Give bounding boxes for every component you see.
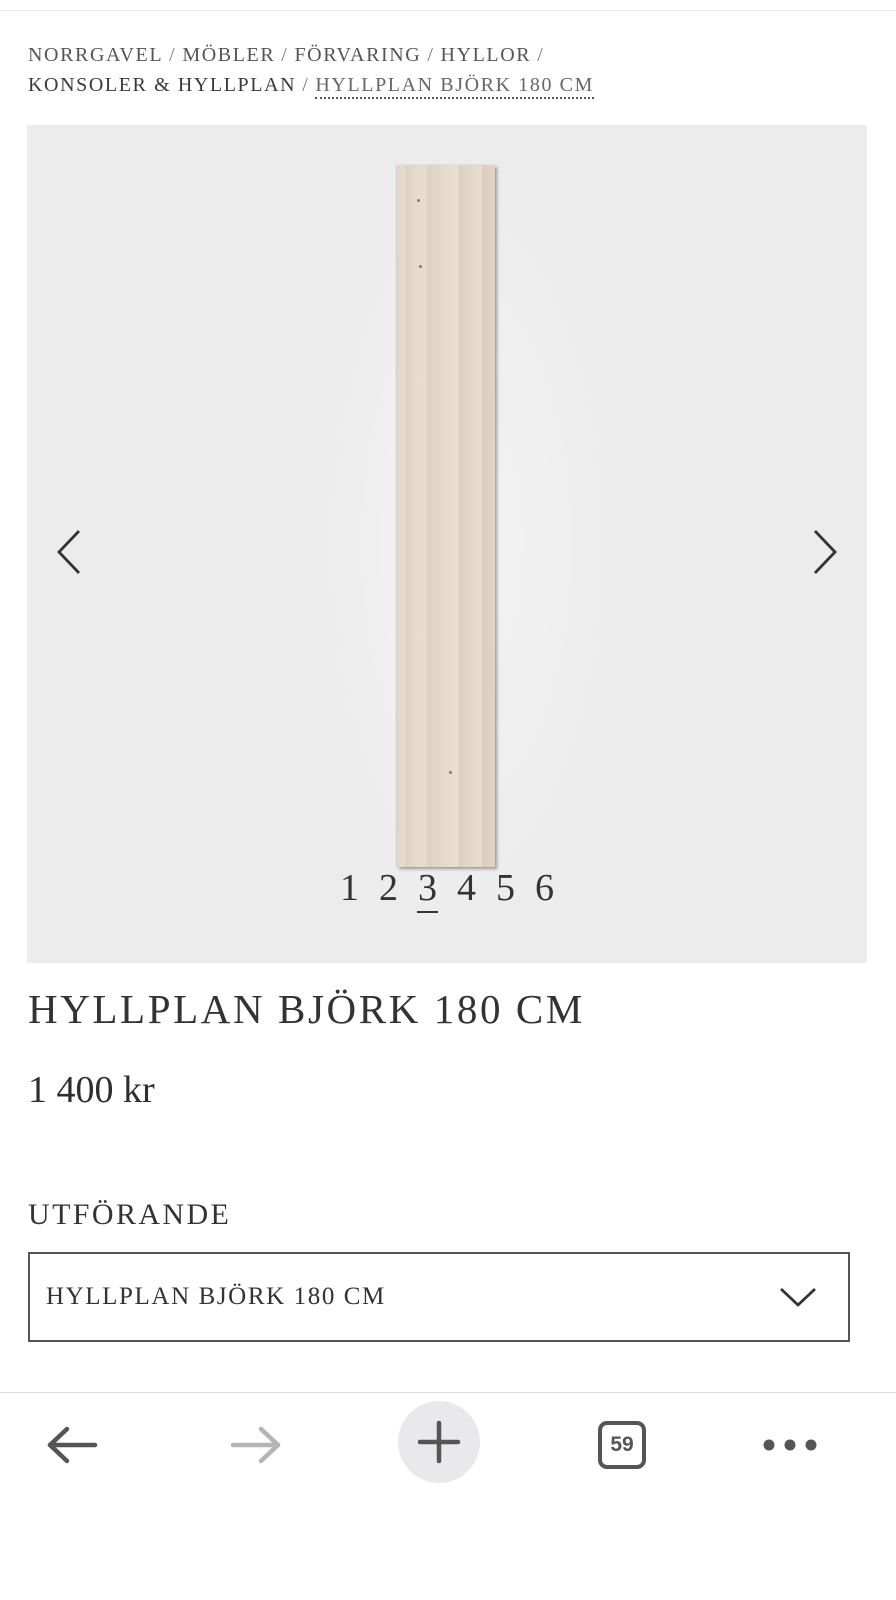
variant-selected-value: HYLLPLAN BJÖRK 180 CM (46, 1283, 386, 1310)
wood-knot (417, 199, 420, 202)
arrow-left-icon (47, 1426, 98, 1464)
browser-forward-button[interactable] (214, 1403, 298, 1487)
product-gallery: 1 2 3 4 5 6 (27, 125, 867, 963)
gallery-page-1[interactable]: 1 (339, 865, 360, 913)
breadcrumb: NORRGAVEL / MÖBLER / FÖRVARING / HYLLOR / KONSO… (28, 40, 868, 100)
more-icon (763, 1439, 817, 1451)
breadcrumb-item-forvaring[interactable]: FÖRVARING (294, 44, 421, 66)
breadcrumb-separator: / (537, 44, 545, 66)
tab-count: 59 (610, 1433, 634, 1456)
gallery-prev-button[interactable] (47, 520, 91, 584)
breadcrumb-item-mobler[interactable]: MÖBLER (182, 44, 275, 66)
gallery-page-5[interactable]: 5 (495, 865, 516, 913)
breadcrumb-item-norrgavel[interactable]: NORRGAVEL (28, 44, 163, 66)
gallery-page-6[interactable]: 6 (534, 865, 555, 913)
product-title: HYLLPLAN BJÖRK 180 CM (28, 986, 585, 1032)
wood-knot (419, 265, 422, 268)
wood-knot (449, 771, 452, 774)
product-price: 1 400 kr (28, 1069, 155, 1111)
breadcrumb-current: HYLLPLAN BJÖRK 180 CM (315, 74, 594, 99)
tabs-icon: 59 (598, 1421, 646, 1469)
variant-label: UTFÖRANDE (28, 1198, 232, 1231)
breadcrumb-row-2: KONSOLER & HYLLPLAN / HYLLPLAN BJÖRK 180 C… (28, 70, 868, 100)
breadcrumb-row-1: NORRGAVEL / MÖBLER / FÖRVARING / HYLLOR / (28, 40, 868, 70)
product-page: NORRGAVEL / MÖBLER / FÖRVARING / HYLLOR / KONSO… (0, 0, 896, 1600)
variant-select[interactable]: HYLLPLAN BJÖRK 180 CM (28, 1252, 850, 1342)
breadcrumb-item-hyllor[interactable]: HYLLOR (441, 44, 532, 66)
gallery-page-3[interactable]: 3 (417, 865, 438, 913)
gallery-page-4[interactable]: 4 (456, 865, 477, 913)
chevron-left-icon (57, 530, 81, 574)
plus-icon (417, 1420, 461, 1464)
browser-back-button[interactable] (30, 1403, 114, 1487)
new-tab-button[interactable] (398, 1401, 480, 1483)
breadcrumb-separator: / (427, 44, 435, 66)
arrow-right-icon (230, 1426, 281, 1464)
tabs-button[interactable]: 59 (580, 1403, 664, 1487)
breadcrumb-separator: / (281, 44, 289, 66)
gallery-page-2[interactable]: 2 (378, 865, 399, 913)
breadcrumb-item-konsoler[interactable]: KONSOLER & HYLLPLAN (28, 74, 296, 96)
browser-toolbar: 59 (0, 1393, 896, 1600)
more-menu-button[interactable] (748, 1403, 832, 1487)
breadcrumb-separator: / (302, 74, 310, 96)
chevron-down-icon (780, 1287, 816, 1307)
breadcrumb-separator: / (169, 44, 177, 66)
gallery-pagination: 1 2 3 4 5 6 (27, 865, 867, 913)
product-image[interactable] (397, 165, 495, 867)
top-divider (0, 10, 896, 11)
chevron-right-icon (813, 530, 837, 574)
gallery-next-button[interactable] (803, 520, 847, 584)
